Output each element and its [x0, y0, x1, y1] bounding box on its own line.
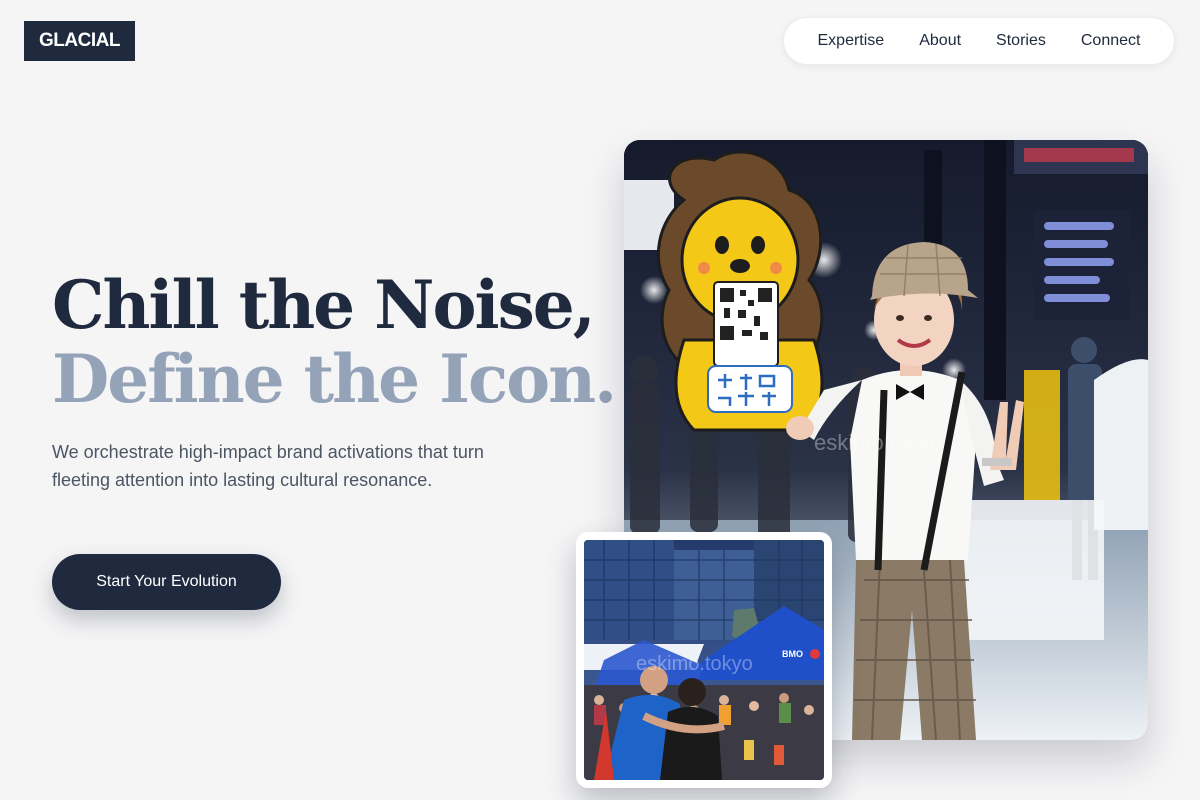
nav-item-connect[interactable]: Connect: [1081, 28, 1141, 54]
lion-mascot-sign: [656, 150, 824, 432]
festival-scene-illustration: BMO eskimo.tokyo: [584, 540, 824, 780]
start-evolution-button[interactable]: Start Your Evolution: [52, 554, 281, 610]
headline-line-1: Chill the Noise,: [52, 266, 596, 344]
landing-page: GLACIAL Expertise About Stories Connect …: [0, 0, 1200, 800]
main-nav: Expertise About Stories Connect: [783, 17, 1175, 65]
nav-item-about[interactable]: About: [919, 28, 961, 54]
brand-logo[interactable]: GLACIAL: [24, 21, 135, 61]
inset-tent-label: BMO: [782, 649, 803, 659]
inset-photo-watermark: eskimo.tokyo: [636, 653, 753, 675]
hero-subcopy: We orchestrate high-impact brand activat…: [52, 442, 484, 490]
inset-photo-frame: BMO eskimo.tokyo: [576, 532, 832, 788]
main-photo-watermark: eskimo.tokyo: [814, 430, 942, 455]
hero-headline: Chill the Noise, Define the Icon.: [52, 266, 617, 418]
headline-line-2: Define the Icon.: [52, 340, 617, 418]
nav-item-expertise[interactable]: Expertise: [818, 28, 885, 54]
nav-item-stories[interactable]: Stories: [996, 28, 1046, 54]
inset-photo: BMO eskimo.tokyo: [584, 540, 824, 780]
brand-logo-text: GLACIAL: [39, 30, 120, 51]
